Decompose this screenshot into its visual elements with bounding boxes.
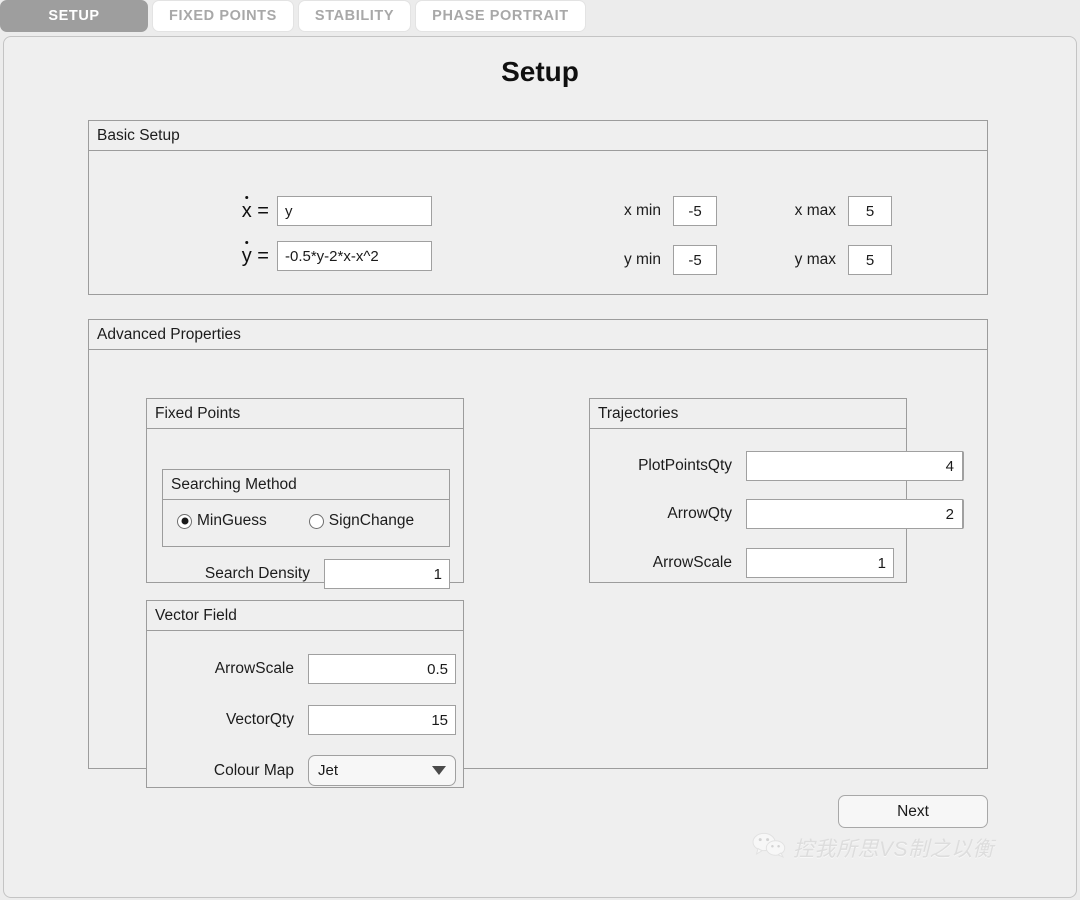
search-density-input[interactable] <box>324 559 450 589</box>
fixed-points-panel: Fixed Points Searching Method MinGuess <box>146 398 464 583</box>
radio-minguess-indicator <box>177 514 192 529</box>
radio-group: MinGuess SignChange <box>177 512 414 530</box>
next-button[interactable]: Next <box>838 795 988 828</box>
colour-map-value: Jet <box>318 762 338 779</box>
arrowqty-input[interactable] <box>746 499 962 529</box>
ymin-input[interactable] <box>673 245 717 275</box>
traj-arrowscale-row: ArrowScale <box>600 548 894 578</box>
ydot-input[interactable] <box>277 241 432 271</box>
ymin-label: y min <box>599 251 661 269</box>
vf-colourmap-label: Colour Map <box>162 762 294 780</box>
search-density-label: Search Density <box>162 565 310 583</box>
tab-phase-portrait-label: PHASE PORTRAIT <box>432 8 569 24</box>
radio-signchange-indicator <box>309 514 324 529</box>
plotpointsqty-stepper-buttons <box>962 451 964 481</box>
fixed-points-title: Fixed Points <box>147 399 463 429</box>
tab-fixed-points[interactable]: FIXED POINTS <box>152 0 294 32</box>
next-button-label: Next <box>897 803 929 821</box>
arrowqty-row: ArrowQty <box>600 499 894 529</box>
wechat-icon <box>752 832 786 863</box>
vf-vectorqty-input[interactable] <box>308 705 456 735</box>
chevron-down-icon <box>432 766 446 775</box>
arrowqty-stepper-buttons <box>962 499 964 529</box>
vector-field-panel: Vector Field ArrowScale VectorQty Colour… <box>146 600 464 788</box>
plotpointsqty-input[interactable] <box>746 451 962 481</box>
ydot-row: y = <box>219 241 432 271</box>
xdot-row: x = <box>219 196 432 226</box>
trajectories-panel: Trajectories PlotPointsQty <box>589 398 907 583</box>
tab-bar: SETUP FIXED POINTS STABILITY PHASE PORTR… <box>0 0 1080 36</box>
vf-arrowscale-row: ArrowScale <box>162 654 456 684</box>
vf-arrowscale-label: ArrowScale <box>162 660 294 678</box>
advanced-properties-panel: Advanced Properties Fixed Points Searchi… <box>88 319 988 769</box>
tab-setup[interactable]: SETUP <box>0 0 148 32</box>
ymax-label: y max <box>774 251 836 269</box>
plotpointsqty-stepper[interactable] <box>746 451 894 481</box>
search-density-row: Search Density <box>162 559 450 589</box>
triangle-up-icon <box>962 504 964 510</box>
setup-window: SETUP FIXED POINTS STABILITY PHASE PORTR… <box>0 0 1080 900</box>
plotpointsqty-label: PlotPointsQty <box>600 457 732 475</box>
ymax-row: y max <box>774 245 892 275</box>
traj-arrowscale-input[interactable] <box>746 548 894 578</box>
xdot-label: x = <box>219 200 269 223</box>
colour-map-dropdown[interactable]: Jet <box>308 755 456 786</box>
triangle-up-icon <box>962 456 964 462</box>
tab-phase-portrait[interactable]: PHASE PORTRAIT <box>415 0 586 32</box>
basic-setup-panel: Basic Setup x = y = x min <box>88 120 988 295</box>
tab-setup-label: SETUP <box>48 8 99 24</box>
trajectories-title: Trajectories <box>590 399 906 429</box>
xmin-label: x min <box>599 202 661 220</box>
vector-field-title: Vector Field <box>147 601 463 631</box>
xmin-row: x min <box>599 196 717 226</box>
arrowqty-label: ArrowQty <box>600 505 732 523</box>
tab-stability-label: STABILITY <box>315 8 394 24</box>
triangle-down-icon <box>962 470 964 476</box>
xdot-input[interactable] <box>277 196 432 226</box>
vf-arrowscale-input[interactable] <box>308 654 456 684</box>
radio-minguess[interactable]: MinGuess <box>177 512 267 530</box>
xmax-label: x max <box>774 202 836 220</box>
tab-stability[interactable]: STABILITY <box>298 0 411 32</box>
watermark-text: 控我所思VS制之以衡 <box>793 833 994 863</box>
traj-arrowscale-label: ArrowScale <box>600 554 732 572</box>
searching-method-title: Searching Method <box>163 470 449 500</box>
basic-setup-title: Basic Setup <box>89 121 987 151</box>
ydot-label: y = <box>219 245 269 268</box>
arrowqty-stepper[interactable] <box>746 499 894 529</box>
xmax-row: x max <box>774 196 892 226</box>
searching-method-panel: Searching Method MinGuess SignChange <box>162 469 450 547</box>
vf-colourmap-row: Colour Map Jet <box>162 755 456 786</box>
triangle-down-icon <box>962 518 964 524</box>
vf-vectorqty-label: VectorQty <box>162 711 294 729</box>
radio-signchange[interactable]: SignChange <box>309 512 414 530</box>
xmax-input[interactable] <box>848 196 892 226</box>
radio-minguess-label: MinGuess <box>197 512 267 530</box>
watermark: 控我所思VS制之以衡 <box>752 832 994 863</box>
page-title: Setup <box>0 56 1080 88</box>
advanced-properties-title: Advanced Properties <box>89 320 987 350</box>
vf-vectorqty-row: VectorQty <box>162 705 456 735</box>
xmin-input[interactable] <box>673 196 717 226</box>
ymax-input[interactable] <box>848 245 892 275</box>
tab-fixed-points-label: FIXED POINTS <box>169 8 277 24</box>
ymin-row: y min <box>599 245 717 275</box>
plotpointsqty-row: PlotPointsQty <box>600 451 894 481</box>
radio-signchange-label: SignChange <box>329 512 414 530</box>
